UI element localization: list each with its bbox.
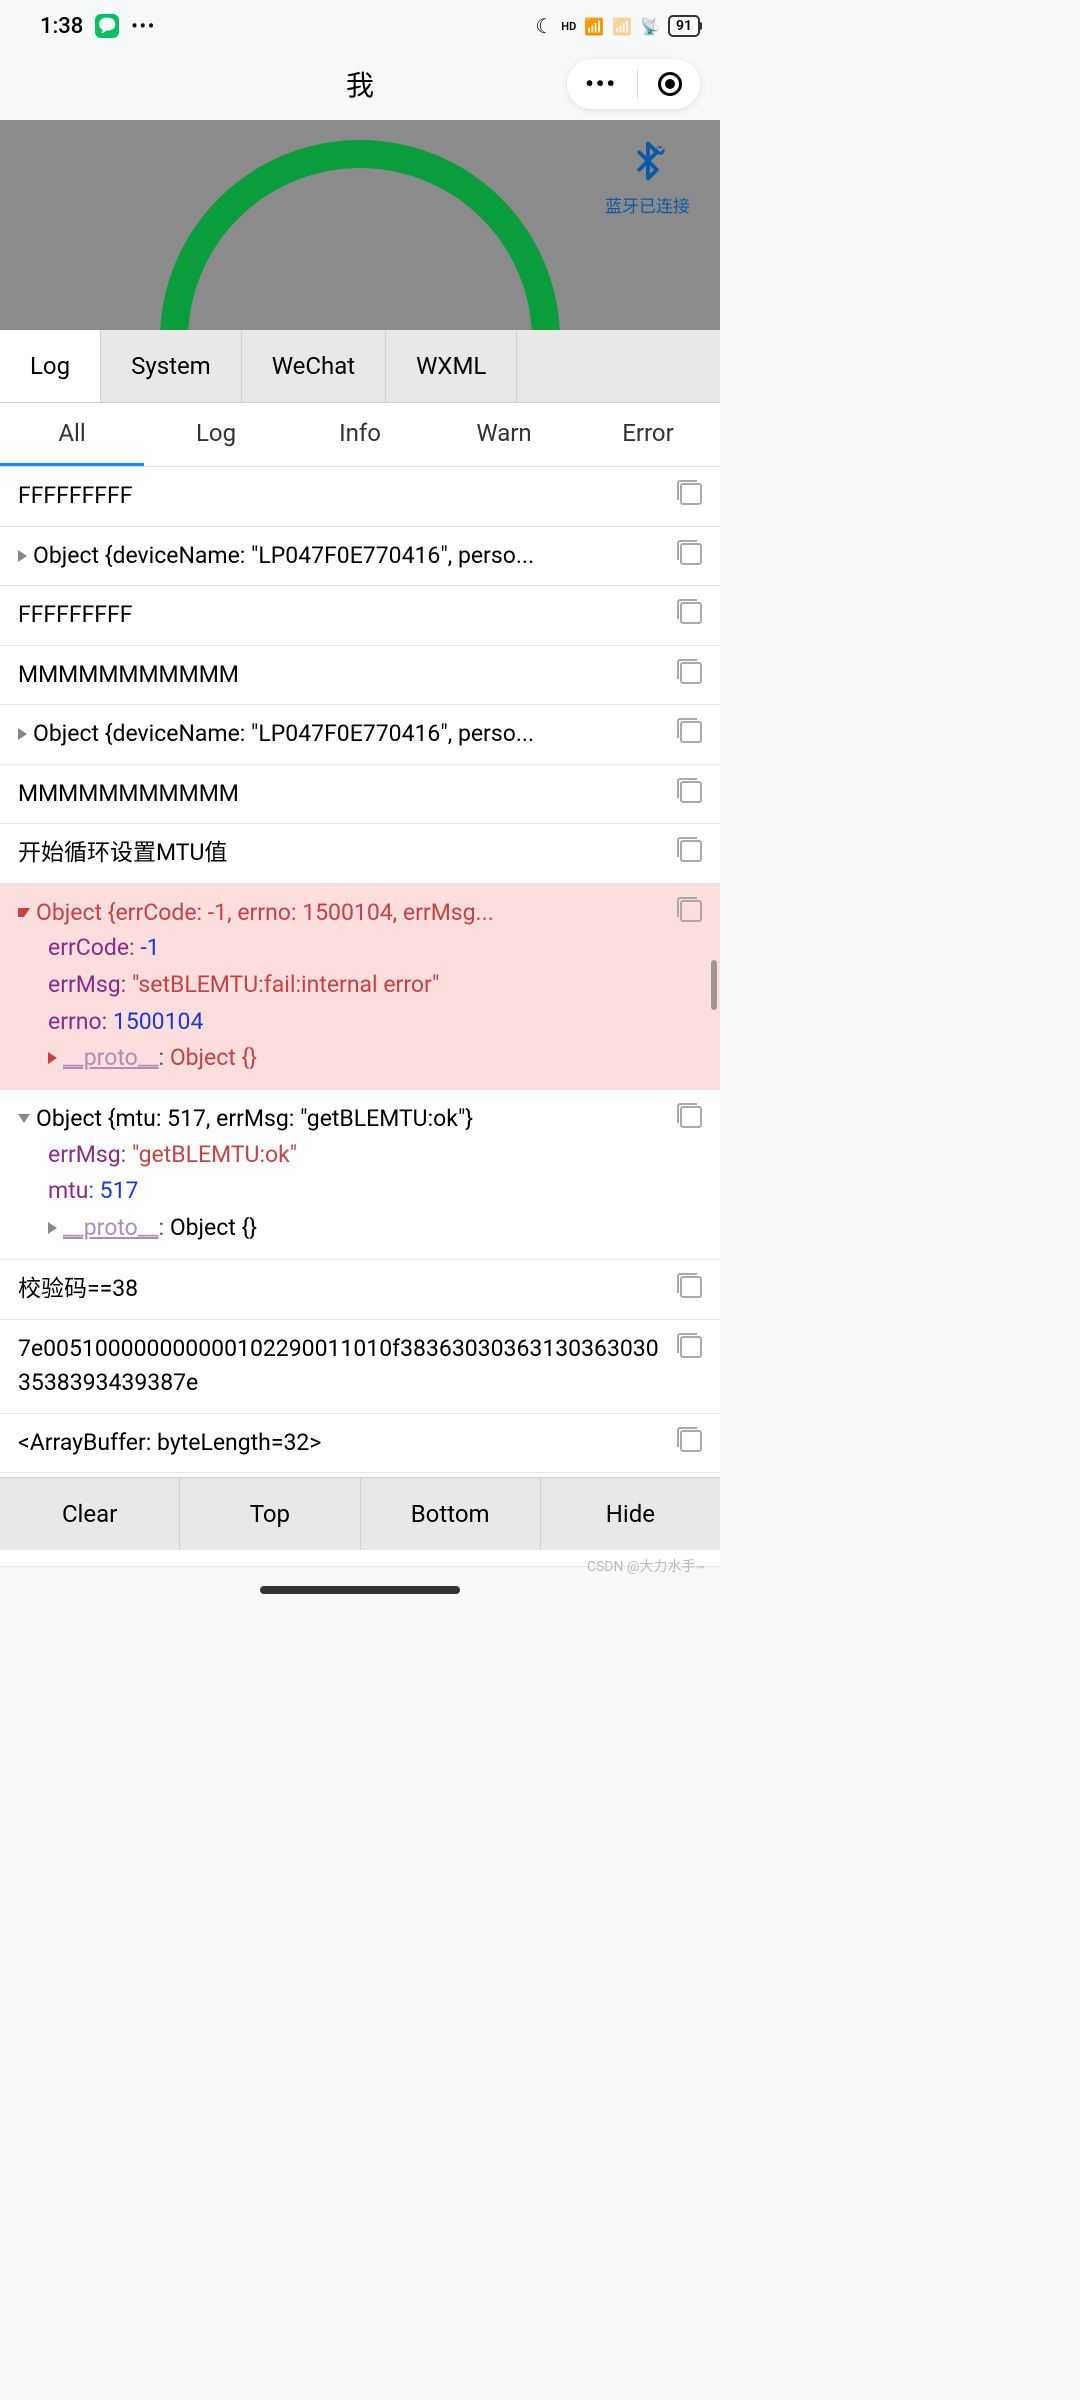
wechat-app-icon bbox=[95, 14, 119, 38]
copy-icon[interactable] bbox=[680, 602, 702, 624]
copy-icon[interactable] bbox=[680, 1430, 702, 1452]
miniprogram-capsule: ••• bbox=[567, 59, 700, 109]
scrollbar-thumb[interactable] bbox=[711, 960, 717, 1010]
log-row: FFFFFFFFF bbox=[0, 586, 720, 646]
copy-icon[interactable] bbox=[680, 1276, 702, 1298]
expand-caret-icon[interactable] bbox=[48, 1052, 57, 1064]
copy-icon[interactable] bbox=[680, 721, 702, 743]
copy-icon[interactable] bbox=[680, 483, 702, 505]
copy-icon[interactable] bbox=[680, 840, 702, 862]
capsule-divider bbox=[637, 70, 638, 98]
log-text: 7e005100000000000102290011010f3836303036… bbox=[18, 1332, 670, 1401]
signal-2-icon: 📶 bbox=[612, 17, 632, 36]
page-title: 我 bbox=[346, 64, 374, 104]
nav-pill[interactable] bbox=[260, 1586, 460, 1594]
log-object-collapsed[interactable]: Object {deviceName: "LP047F0E770416", pe… bbox=[18, 539, 670, 574]
log-text: MMMMMMMMMMM bbox=[18, 658, 670, 693]
filter-all[interactable]: All bbox=[0, 403, 144, 466]
console-bottom-actions: Clear Top Bottom Hide bbox=[0, 1477, 720, 1550]
filter-log[interactable]: Log bbox=[144, 403, 288, 466]
tab-log[interactable]: Log bbox=[0, 330, 101, 402]
log-filter-tabs: All Log Info Warn Error bbox=[0, 403, 720, 467]
capsule-menu-button[interactable]: ••• bbox=[585, 70, 617, 98]
status-time: 1:38 bbox=[40, 14, 83, 39]
expand-caret-icon[interactable] bbox=[18, 728, 27, 740]
bluetooth-status: 蓝牙已连接 bbox=[605, 140, 690, 217]
bluetooth-status-text: 蓝牙已连接 bbox=[605, 192, 690, 217]
log-text: 校验码==38 bbox=[18, 1272, 670, 1307]
log-row: FFFFFFFFF bbox=[0, 467, 720, 527]
log-row: MMMMMMMMMMM bbox=[0, 646, 720, 706]
app-content-dimmed: 蓝牙已连接 bbox=[0, 120, 720, 330]
app-header: 我 ••• bbox=[0, 48, 720, 120]
log-object-collapsed[interactable]: Object {deviceName: "LP047F0E770416", pe… bbox=[18, 717, 670, 752]
log-row: 开始循环设置MTU值 bbox=[0, 824, 720, 884]
log-row: Object {deviceName: "LP047F0E770416", pe… bbox=[0, 705, 720, 765]
log-row: 7e005100000000000102290011010f3836303036… bbox=[0, 1320, 720, 1414]
log-text: 开始循环设置MTU值 bbox=[18, 836, 670, 871]
log-text: <ArrayBuffer: byteLength=32> bbox=[18, 1426, 670, 1461]
copy-icon[interactable] bbox=[680, 662, 702, 684]
signal-icon: 📶 bbox=[584, 17, 604, 36]
copy-icon[interactable] bbox=[680, 900, 702, 922]
log-object-expanded[interactable]: Object {mtu: 517, errMsg: "getBLEMTU:ok"… bbox=[18, 1102, 670, 1247]
log-row-error: Object {errCode: -1, errno: 1500104, err… bbox=[0, 884, 720, 1091]
notification-dots-icon: ••• bbox=[131, 16, 156, 37]
log-text: MMMMMMMMMMM bbox=[18, 777, 670, 812]
copy-icon[interactable] bbox=[680, 781, 702, 803]
log-text: FFFFFFFFF bbox=[18, 598, 670, 633]
log-text: FFFFFFFFF bbox=[18, 479, 670, 514]
capsule-close-button[interactable] bbox=[658, 72, 682, 96]
progress-arc-icon bbox=[160, 140, 560, 330]
filter-warn[interactable]: Warn bbox=[432, 403, 576, 466]
tab-system[interactable]: System bbox=[101, 330, 242, 402]
status-bar: 1:38 ••• ☾ HD 📶 📶 📡 91 bbox=[0, 0, 720, 48]
tab-wechat[interactable]: WeChat bbox=[242, 330, 386, 402]
filter-info[interactable]: Info bbox=[288, 403, 432, 466]
hd-indicator: HD bbox=[561, 20, 576, 33]
log-object-expanded[interactable]: Object {errCode: -1, errno: 1500104, err… bbox=[18, 896, 670, 1078]
log-container[interactable]: FFFFFFFFF Object {deviceName: "LP047F0E7… bbox=[0, 467, 720, 1567]
copy-icon[interactable] bbox=[680, 1106, 702, 1128]
copy-icon[interactable] bbox=[680, 543, 702, 565]
collapse-caret-icon[interactable] bbox=[18, 1114, 30, 1123]
log-row: <ArrayBuffer: byteLength=32> bbox=[0, 1414, 720, 1474]
battery-indicator: 91 bbox=[668, 15, 700, 37]
filter-error[interactable]: Error bbox=[576, 403, 720, 466]
dnd-moon-icon: ☾ bbox=[535, 14, 553, 38]
bluetooth-icon bbox=[605, 140, 690, 192]
log-row: Object {mtu: 517, errMsg: "getBLEMTU:ok"… bbox=[0, 1090, 720, 1260]
bottom-button[interactable]: Bottom bbox=[361, 1478, 541, 1550]
clear-button[interactable]: Clear bbox=[0, 1478, 180, 1550]
log-row: 校验码==38 bbox=[0, 1260, 720, 1320]
collapse-caret-icon[interactable] bbox=[18, 908, 30, 917]
wifi-icon: 📡 bbox=[640, 17, 660, 36]
hide-button[interactable]: Hide bbox=[541, 1478, 720, 1550]
expand-caret-icon[interactable] bbox=[18, 550, 27, 562]
copy-icon[interactable] bbox=[680, 1336, 702, 1358]
expand-caret-icon[interactable] bbox=[48, 1222, 57, 1234]
tab-wxml[interactable]: WXML bbox=[386, 330, 517, 402]
watermark: CSDN @大力水手~ bbox=[587, 1556, 705, 1576]
top-button[interactable]: Top bbox=[180, 1478, 360, 1550]
log-row: MMMMMMMMMMM bbox=[0, 765, 720, 825]
log-row: Object {deviceName: "LP047F0E770416", pe… bbox=[0, 527, 720, 587]
console-main-tabs: Log System WeChat WXML bbox=[0, 330, 720, 403]
